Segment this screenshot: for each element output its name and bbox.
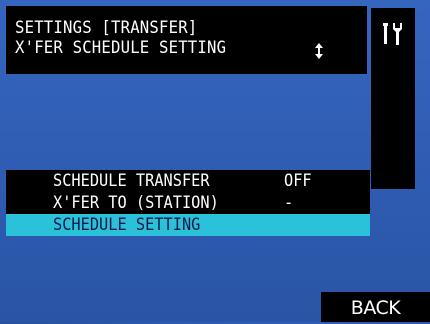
- settings-menu: SCHEDULE TRANSFER OFF X'FER TO (STATION)…: [6, 170, 370, 236]
- menu-item-label: X'FER TO (STATION): [53, 193, 219, 213]
- back-button[interactable]: BACK: [321, 292, 430, 322]
- side-panel: [371, 8, 415, 189]
- menu-item-value: -: [284, 193, 294, 213]
- menu-item-label: SCHEDULE SETTING: [53, 215, 201, 235]
- up-down-arrows-icon[interactable]: [311, 40, 327, 62]
- menu-item-value: OFF: [284, 171, 312, 191]
- menu-item-schedule-setting[interactable]: SCHEDULE SETTING: [6, 214, 370, 236]
- page-title: X'FER SCHEDULE SETTING: [15, 38, 227, 58]
- title-bar: SETTINGS [TRANSFER] X'FER SCHEDULE SETTI…: [6, 6, 367, 74]
- tools-icon[interactable]: [379, 20, 407, 48]
- menu-item-xfer-to-station[interactable]: X'FER TO (STATION) -: [6, 192, 370, 214]
- menu-item-label: SCHEDULE TRANSFER: [53, 171, 210, 191]
- settings-category-title: SETTINGS [TRANSFER]: [15, 18, 198, 38]
- menu-item-schedule-transfer[interactable]: SCHEDULE TRANSFER OFF: [6, 170, 370, 192]
